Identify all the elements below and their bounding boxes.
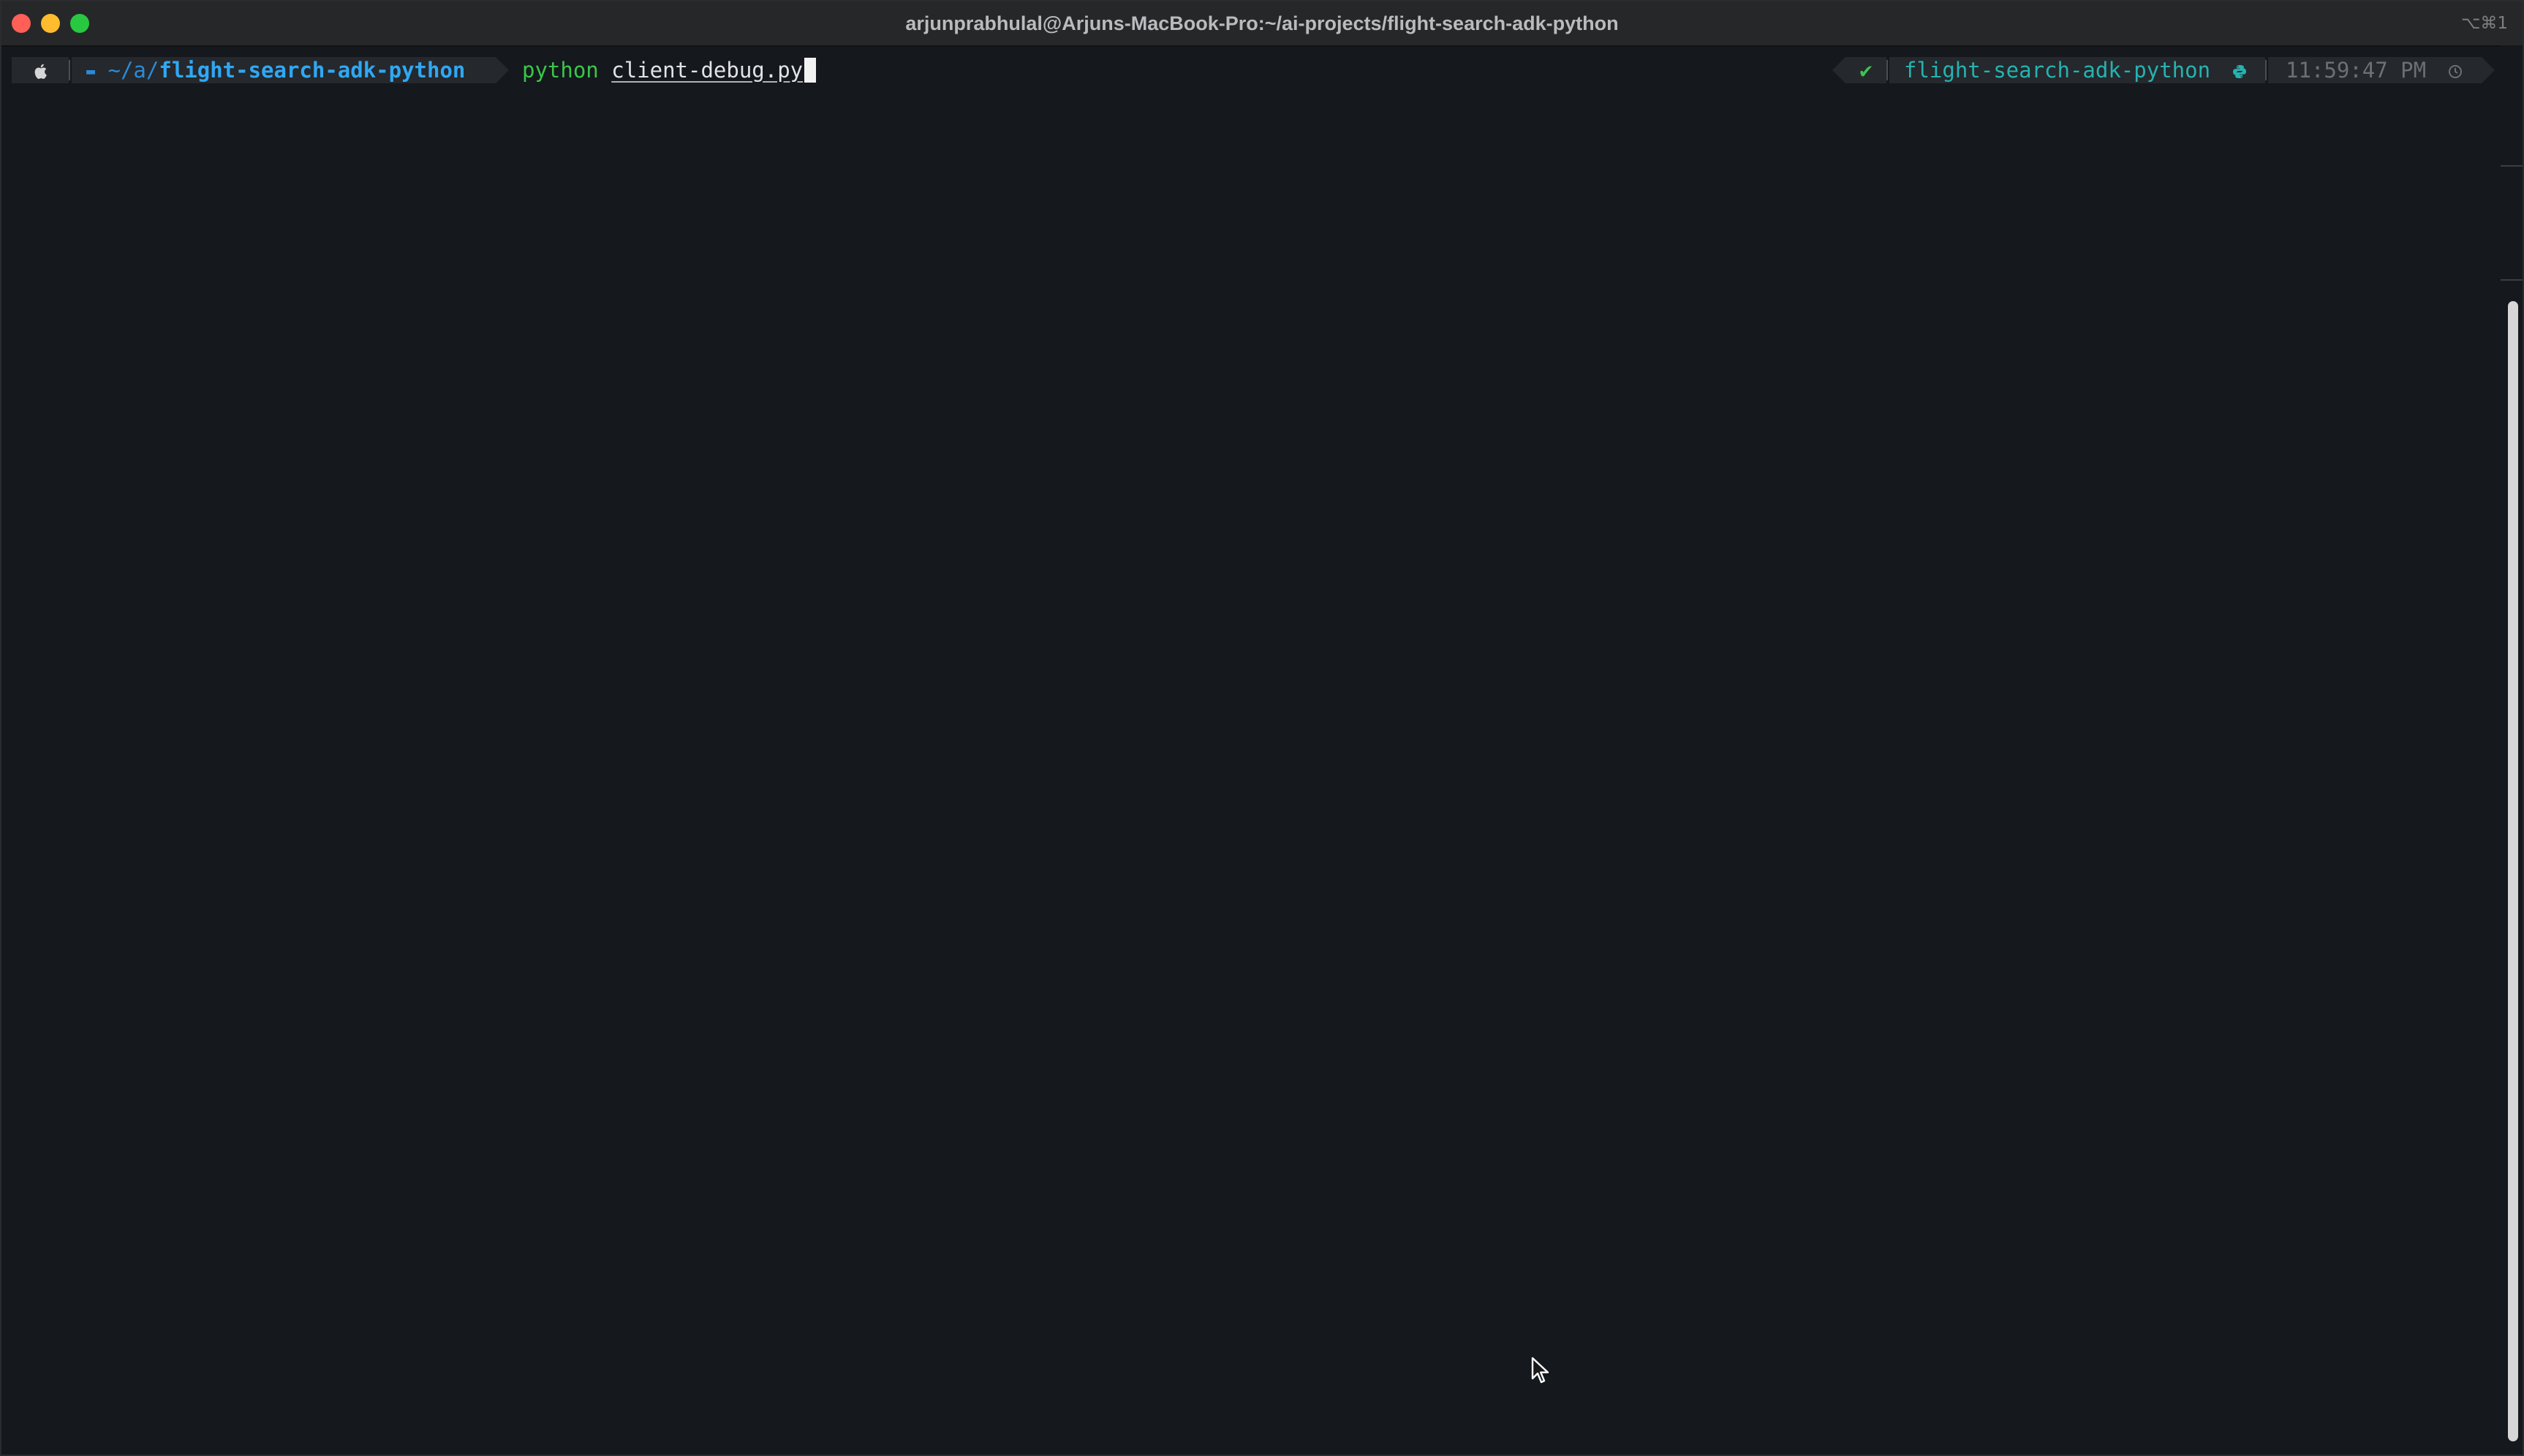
prompt-env-segment: flight-search-adk-python bbox=[1889, 57, 2265, 83]
segment-divider bbox=[2265, 60, 2267, 80]
prompt-directory-segment: ▬ ~/a/flight-search-adk-python bbox=[72, 57, 496, 83]
segment-arrow-left bbox=[1832, 57, 1845, 83]
status-ok-icon: ✔ bbox=[1859, 58, 1873, 83]
command-name: python bbox=[522, 58, 599, 83]
command-input[interactable]: python client-debug.py bbox=[522, 57, 817, 83]
segment-arrow-right bbox=[2482, 57, 2495, 83]
scroll-marker bbox=[2501, 165, 2523, 167]
segment-divider bbox=[69, 60, 70, 80]
apple-icon bbox=[34, 64, 47, 79]
mouse-pointer-icon bbox=[1531, 1357, 1549, 1384]
segment-arrow-right bbox=[496, 57, 509, 83]
clock-icon bbox=[2448, 65, 2462, 78]
window-title: arjunprabhulal@Arjuns-MacBook-Pro:~/ai-p… bbox=[905, 12, 1619, 34]
directory-name: flight-search-adk-python bbox=[159, 58, 466, 83]
prompt-line: ▬ ~/a/flight-search-adk-python python cl… bbox=[1, 51, 2502, 89]
python-icon bbox=[2232, 65, 2246, 78]
terminal-window: arjunprabhulal@Arjuns-MacBook-Pro:~/ai-p… bbox=[0, 0, 2524, 1456]
terminal-content[interactable]: ▬ ~/a/flight-search-adk-python python cl… bbox=[1, 45, 2502, 1455]
prompt-time: 11:59:47 PM bbox=[2286, 58, 2427, 83]
folder-icon: ▬ bbox=[86, 62, 96, 80]
segment-divider bbox=[1886, 60, 1888, 80]
virtualenv-name: flight-search-adk-python bbox=[1904, 58, 2211, 83]
directory-prefix: ~/a/ bbox=[107, 58, 159, 83]
text-cursor bbox=[804, 58, 817, 83]
prompt-time-segment: 11:59:47 PM bbox=[2268, 57, 2482, 83]
title-bar[interactable]: arjunprabhulal@Arjuns-MacBook-Pro:~/ai-p… bbox=[1, 1, 2523, 47]
command-argument: client-debug.py bbox=[611, 58, 804, 83]
prompt-status-segment: ✔ bbox=[1845, 57, 1886, 83]
scrollbar-thumb[interactable] bbox=[2508, 301, 2518, 1441]
vertical-scrollbar[interactable] bbox=[2501, 45, 2523, 1455]
scroll-marker bbox=[2501, 279, 2523, 281]
prompt-os-segment bbox=[12, 57, 69, 83]
tab-shortcut-label: ⌥⌘1 bbox=[2460, 14, 2508, 33]
